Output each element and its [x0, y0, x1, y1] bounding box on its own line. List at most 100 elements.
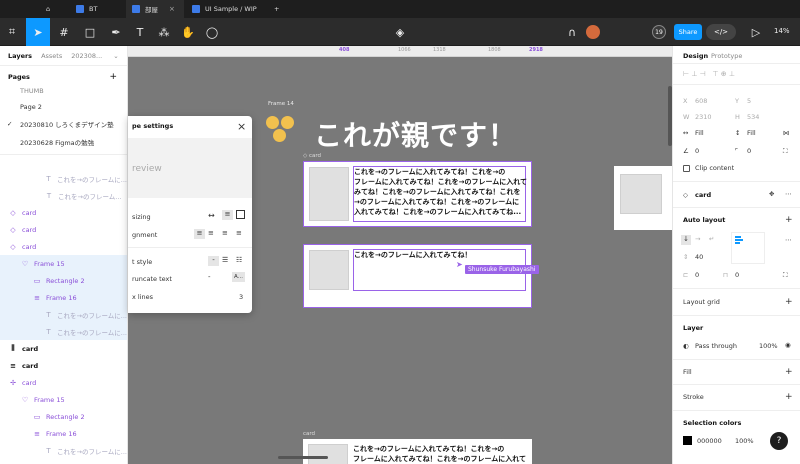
layer-item[interactable]: ◇ card: [0, 238, 127, 255]
page-item[interactable]: Page 2: [0, 98, 127, 115]
page-item-current[interactable]: ✓ 20230810 しろくまデザイン塾: [0, 115, 127, 132]
align-left-icon[interactable]: ≡: [194, 229, 205, 239]
card-image-placeholder[interactable]: [620, 174, 662, 214]
home-tab[interactable]: ⌂: [40, 0, 60, 18]
layer-item[interactable]: ≡ Frame 16: [0, 425, 127, 442]
frame-tool-button[interactable]: #: [52, 18, 76, 46]
present-button[interactable]: ▷: [744, 18, 768, 46]
layer-item[interactable]: ⫼ card: [0, 340, 127, 357]
hand-tool-button[interactable]: ✋: [176, 18, 200, 46]
padding-independent-icon[interactable]: ⛶: [783, 271, 788, 280]
move-tool-button[interactable]: ➤: [26, 18, 50, 46]
layer-item[interactable]: ◇ card: [0, 204, 127, 221]
alignment-grid[interactable]: [731, 232, 765, 264]
card[interactable]: [614, 166, 672, 230]
width-fill-select[interactable]: Fill: [695, 129, 704, 137]
clip-content-checkbox[interactable]: [683, 165, 690, 172]
layer-item[interactable]: ♡ Frame 15: [0, 391, 127, 408]
wrap-width-icon[interactable]: ≡: [222, 210, 233, 220]
add-stroke-icon[interactable]: +: [785, 392, 793, 402]
layer-opacity[interactable]: 100%: [759, 342, 778, 350]
card[interactable]: これを→のフレームに入れてみてね！: [303, 244, 532, 308]
wrap-icon[interactable]: ↵: [709, 235, 714, 243]
layer-item[interactable]: T これを→のフレームに...: [0, 323, 127, 340]
numbered-list-icon[interactable]: ☷: [236, 256, 242, 264]
card-text[interactable]: これを→のフレームに入れてみてね！これを→の フレームに入れてみてね！これを→の…: [354, 167, 527, 217]
rotation-value[interactable]: 0: [695, 147, 699, 155]
constraints-icon[interactable]: ⋈: [783, 129, 790, 137]
eye-icon[interactable]: ◉: [785, 341, 791, 349]
align-right-icon[interactable]: ≡: [222, 229, 228, 237]
w-value[interactable]: 2310: [695, 113, 712, 121]
component-button[interactable]: ◈: [388, 18, 412, 46]
tab-active-file[interactable]: 部屋 ×: [126, 0, 184, 18]
blend-mode-select[interactable]: Pass through: [695, 342, 737, 350]
page-item[interactable]: THUMB: [0, 82, 127, 99]
tab-design[interactable]: Design: [683, 52, 708, 60]
max-lines-value[interactable]: 3: [239, 293, 243, 301]
independent-corners-icon[interactable]: ⛶: [783, 147, 788, 156]
tab-prototype[interactable]: Prototype: [711, 52, 742, 60]
tab-ui-sample[interactable]: UI Sample / WIP: [186, 0, 268, 18]
vertical-direction-icon[interactable]: ↓: [681, 235, 691, 245]
component-name[interactable]: card: [695, 191, 711, 199]
add-page-icon[interactable]: +: [109, 72, 117, 82]
close-tab-icon[interactable]: ×: [169, 5, 175, 13]
tab-assets[interactable]: Assets: [41, 52, 62, 60]
zoom-level[interactable]: 14%: [774, 27, 790, 35]
layer-item[interactable]: ♡ Frame 15: [0, 255, 127, 272]
h-value[interactable]: 534: [747, 113, 759, 121]
align-center-icon[interactable]: ≡: [208, 229, 214, 237]
layout-more-icon[interactable]: ⋯: [785, 236, 792, 244]
x-value[interactable]: 608: [695, 97, 707, 105]
radius-value[interactable]: 0: [747, 147, 751, 155]
truncate-option[interactable]: A...: [232, 272, 245, 282]
layer-item[interactable]: ◇ card: [0, 221, 127, 238]
color-hex[interactable]: 000000: [697, 437, 722, 445]
layer-item[interactable]: T これを→のフレームに...: [0, 442, 127, 459]
card[interactable]: これを→のフレームに入れてみてね！これを→の フレームに入れてみてね！これを→の…: [303, 161, 532, 227]
padding-horizontal[interactable]: 0: [695, 271, 699, 279]
color-swatch[interactable]: [683, 436, 692, 445]
canvas-heading[interactable]: これが親です！: [314, 114, 517, 154]
comment-tool-button[interactable]: ◯: [200, 18, 224, 46]
add-fill-icon[interactable]: +: [785, 367, 793, 377]
fixed-size-icon[interactable]: [236, 210, 245, 219]
horizontal-scrollbar[interactable]: [278, 456, 328, 459]
add-layout-grid-icon[interactable]: +: [785, 297, 793, 307]
no-list-icon[interactable]: -: [208, 256, 219, 266]
share-button[interactable]: Share: [674, 24, 702, 40]
pen-tool-button[interactable]: ✒: [104, 18, 128, 46]
frame-label[interactable]: Frame 14: [268, 101, 294, 107]
close-icon[interactable]: ×: [237, 120, 246, 133]
avatar[interactable]: [586, 25, 600, 39]
resources-button[interactable]: ⁂: [152, 18, 176, 46]
card[interactable]: これを→のフレームに入れてみてね！これを→の フレームに入れてみてね！これを→の…: [303, 439, 532, 464]
add-auto-layout-icon[interactable]: +: [785, 215, 793, 225]
page-item[interactable]: 20230628 Figmaの勉強: [0, 133, 127, 150]
tab-layers[interactable]: Layers: [8, 52, 32, 60]
edit-component-icon[interactable]: ✥: [769, 190, 774, 198]
padding-vertical[interactable]: 0: [735, 271, 739, 279]
card-image-placeholder[interactable]: [309, 167, 349, 221]
item-spacing[interactable]: 40: [695, 253, 703, 261]
layer-item[interactable]: T これを→のフレームに...: [0, 170, 127, 187]
y-value[interactable]: 5: [747, 97, 751, 105]
main-menu-button[interactable]: ⌗: [0, 18, 24, 46]
layer-item[interactable]: ≡ card: [0, 357, 127, 374]
bulleted-list-icon[interactable]: ☰: [222, 256, 228, 264]
card-label[interactable]: card: [303, 431, 315, 437]
layer-item[interactable]: ✢ card: [0, 374, 127, 391]
horizontal-direction-icon[interactable]: →: [695, 235, 700, 243]
tab-bt[interactable]: BT: [70, 0, 120, 18]
file-name[interactable]: 202308...: [71, 52, 102, 60]
align-icons[interactable]: ⊢ ⊥ ⊣ ⊤ ⊕ ⊥: [683, 70, 735, 78]
color-opacity[interactable]: 100%: [735, 437, 754, 445]
layer-item[interactable]: T これを→のフレーム...: [0, 187, 127, 204]
layer-item[interactable]: ▭ Rectangle 2: [0, 272, 127, 289]
no-truncate-icon[interactable]: -: [208, 273, 211, 281]
user-count-badge[interactable]: 19: [652, 25, 666, 39]
horizontal-resize-icon[interactable]: ↔: [208, 211, 215, 220]
audio-button[interactable]: ∩: [560, 18, 584, 46]
card-image-placeholder[interactable]: [308, 444, 348, 464]
